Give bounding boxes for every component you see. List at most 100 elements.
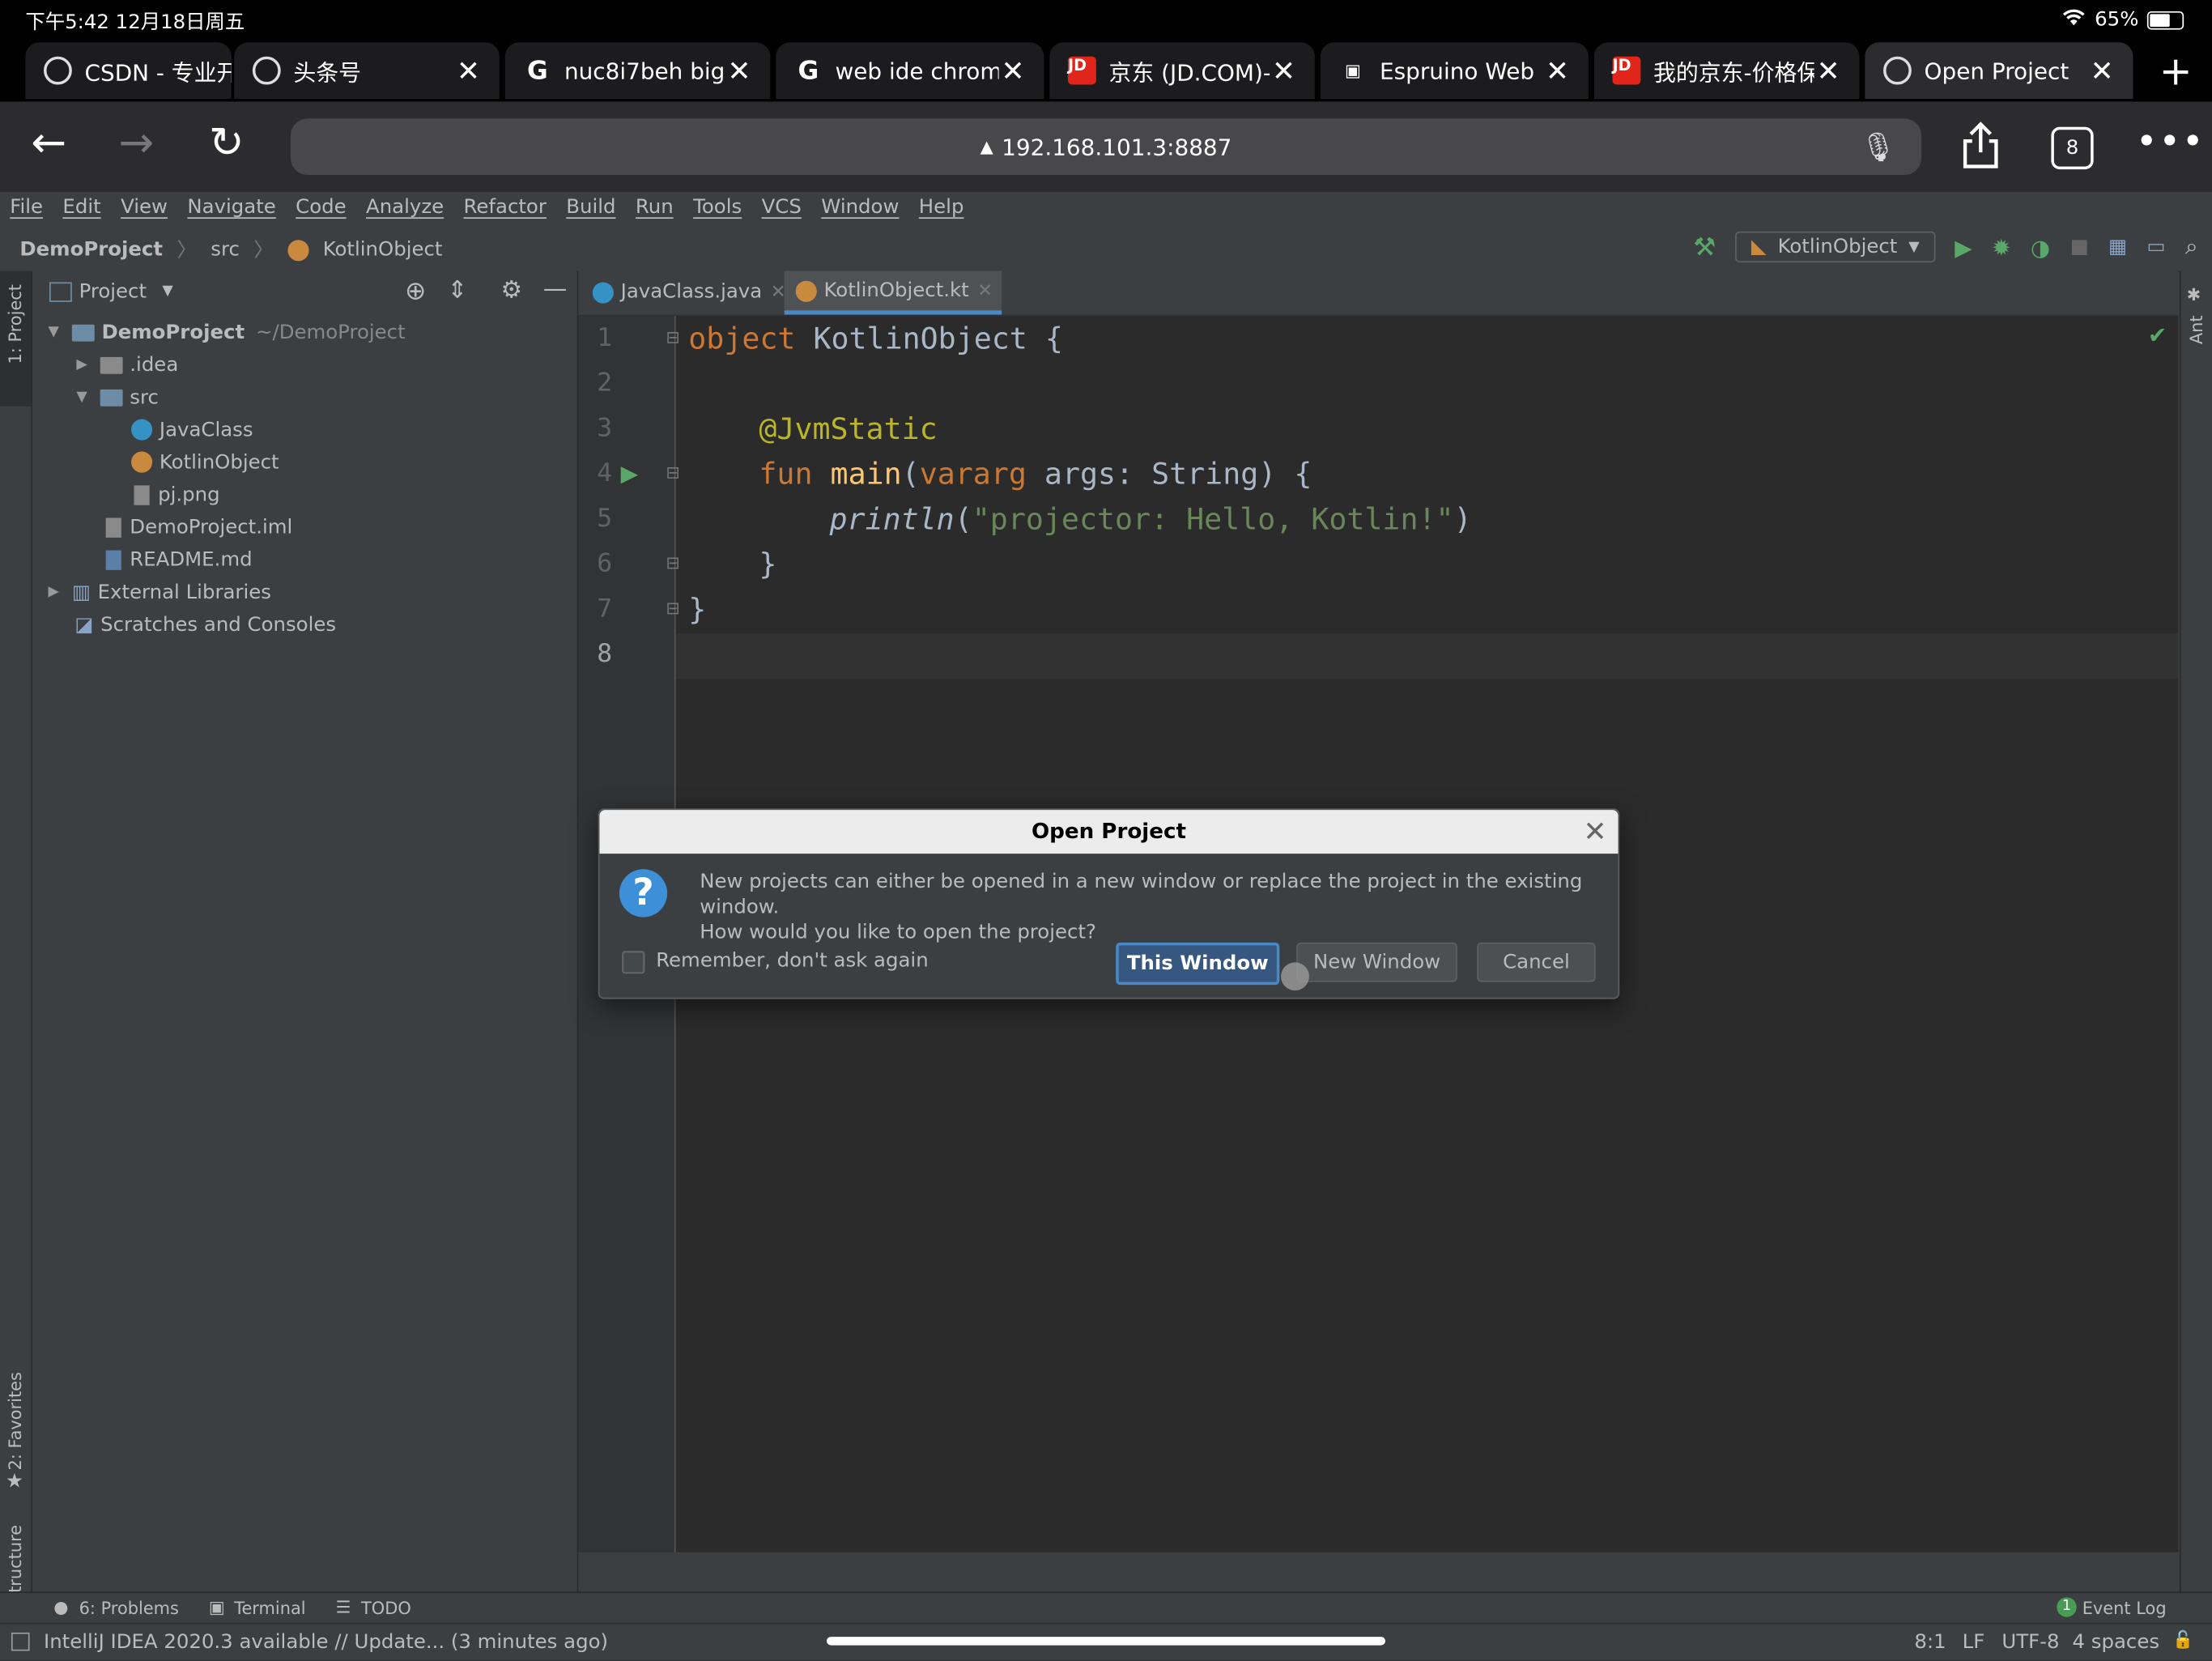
browser-tab[interactable]: JD 我的京东-价格保 ✕: [1593, 42, 1860, 99]
stop-icon[interactable]: ■: [2070, 236, 2089, 258]
browser-tab[interactable]: 头条号 ✕: [234, 42, 500, 99]
close-icon[interactable]: ✕: [1583, 810, 1606, 854]
todo-tool-button[interactable]: TODO: [361, 1599, 411, 1618]
menu-view[interactable]: View: [111, 192, 177, 226]
run-gutter-icon[interactable]: ▶: [621, 460, 638, 487]
tree-item-scratches[interactable]: ◪ Scratches and Consoles: [32, 608, 577, 641]
tree-item-pj-png[interactable]: pj.png: [32, 479, 577, 511]
chevron-down-icon[interactable]: ▼: [44, 325, 63, 340]
menu-navigate[interactable]: Navigate: [177, 192, 286, 226]
breadcrumb-src[interactable]: src: [211, 238, 240, 261]
project-view-select[interactable]: Project: [79, 281, 147, 304]
microphone-icon[interactable]: 🎙: [1860, 130, 1895, 164]
favorites-tool-button[interactable]: 2: Favorites: [6, 1372, 25, 1470]
line-separator[interactable]: LF: [1963, 1631, 1985, 1654]
fold-icon[interactable]: ⊟: [666, 553, 680, 573]
close-icon[interactable]: ✕: [1814, 53, 1843, 87]
browser-tab[interactable]: JD 京东 (JD.COM)- ✕: [1049, 42, 1315, 99]
browser-tab[interactable]: CSDN - 专业开: [25, 42, 232, 99]
menu-analyze[interactable]: Analyze: [356, 192, 454, 226]
browser-tab[interactable]: ▣ Espruino Web I ✕: [1320, 42, 1589, 99]
terminal-window-icon[interactable]: ▭: [2146, 236, 2165, 258]
tree-item-javaclass[interactable]: JavaClass: [32, 414, 577, 446]
browser-tab[interactable]: G web ide chrome ✕: [776, 42, 1044, 99]
new-tab-icon[interactable]: +: [2159, 48, 2193, 94]
tree-item-iml[interactable]: DemoProject.iml: [32, 511, 577, 543]
toggle-tool-windows-icon[interactable]: [11, 1632, 30, 1651]
minimize-icon[interactable]: —: [543, 275, 568, 304]
editor-tab-javaclass[interactable]: JavaClass.java ✕: [592, 271, 794, 313]
locate-icon[interactable]: ⊕: [405, 277, 426, 307]
new-window-button[interactable]: New Window: [1296, 942, 1457, 982]
close-icon[interactable]: ✕: [977, 280, 993, 301]
reload-icon[interactable]: ↻: [209, 118, 245, 168]
menu-window[interactable]: Window: [811, 192, 909, 226]
tree-item-idea[interactable]: ▶ .idea: [32, 348, 577, 381]
tree-item-kotlinobject[interactable]: KotlinObject: [32, 446, 577, 479]
menu-refactor[interactable]: Refactor: [453, 192, 556, 226]
fold-icon[interactable]: ⊟: [666, 327, 680, 347]
close-icon[interactable]: ✕: [454, 53, 483, 87]
breadcrumb-project[interactable]: DemoProject: [19, 238, 163, 261]
run-configuration-select[interactable]: ◣ KotlinObject ▼: [1735, 231, 1935, 263]
dialog-title: Open Project: [599, 810, 1619, 854]
address-bar[interactable]: ▲ 192.168.101.3:8887 🎙: [290, 118, 1922, 176]
cancel-button[interactable]: Cancel: [1477, 942, 1596, 982]
run-icon[interactable]: ▶: [1955, 233, 1972, 260]
share-icon[interactable]: [1961, 121, 2001, 175]
menu-file[interactable]: File: [0, 192, 53, 226]
browser-tab-active[interactable]: Open Project ✕: [1865, 42, 2133, 99]
back-icon[interactable]: ←: [31, 118, 66, 168]
remember-checkbox[interactable]: [622, 951, 645, 974]
close-icon[interactable]: ✕: [2088, 53, 2116, 87]
project-tool-button[interactable]: 1: Project: [6, 284, 25, 364]
caret-position[interactable]: 8:1: [1914, 1631, 1946, 1654]
terminal-tool-button[interactable]: Terminal: [234, 1599, 305, 1618]
tab-count-button[interactable]: 8: [2051, 126, 2094, 170]
ant-tool-button[interactable]: Ant: [2187, 315, 2206, 344]
chevron-right-icon[interactable]: ▶: [44, 584, 63, 599]
more-icon[interactable]: •••: [2136, 121, 2205, 164]
close-icon[interactable]: ✕: [1543, 53, 1572, 87]
breadcrumb-file[interactable]: KotlinObject: [323, 238, 443, 261]
search-icon[interactable]: ⌕: [2185, 232, 2198, 261]
file-encoding[interactable]: UTF-8: [2001, 1631, 2059, 1654]
gear-icon[interactable]: ⚙: [501, 277, 523, 305]
tree-item-src[interactable]: ▼ src: [32, 381, 577, 413]
project-structure-icon[interactable]: ▦: [2108, 236, 2127, 258]
chevron-right-icon[interactable]: ▶: [72, 357, 91, 373]
collapse-all-icon[interactable]: ⇕: [447, 277, 467, 305]
menu-vcs[interactable]: VCS: [751, 192, 811, 226]
this-window-button[interactable]: This Window: [1116, 942, 1280, 986]
debug-icon[interactable]: ✹: [1992, 233, 2010, 260]
tab-title: 我的京东-价格保: [1653, 59, 1814, 87]
menu-code[interactable]: Code: [286, 192, 356, 226]
menu-tools[interactable]: Tools: [683, 192, 752, 226]
home-indicator[interactable]: [827, 1637, 1385, 1646]
close-icon[interactable]: ✕: [725, 53, 754, 87]
tree-item-readme[interactable]: README.md: [32, 543, 577, 576]
remember-checkbox-label[interactable]: Remember, don't ask again: [656, 950, 928, 973]
indent-setting[interactable]: 4 spaces: [2073, 1631, 2160, 1654]
forward-icon[interactable]: →: [118, 118, 154, 168]
editor-tab-kotlinobject[interactable]: KotlinObject.kt ✕: [784, 270, 1002, 315]
browser-tab[interactable]: G nuc8i7beh big ✕: [504, 42, 771, 99]
menu-build[interactable]: Build: [556, 192, 626, 226]
menu-help[interactable]: Help: [909, 192, 974, 226]
close-icon[interactable]: ✕: [999, 53, 1027, 87]
chevron-down-icon[interactable]: ▼: [162, 283, 172, 299]
menu-edit[interactable]: Edit: [53, 192, 111, 226]
fold-icon[interactable]: ⊟: [666, 462, 680, 482]
close-icon[interactable]: ✕: [1270, 53, 1298, 87]
lock-icon[interactable]: 🔓: [2172, 1629, 2193, 1649]
menu-run[interactable]: Run: [626, 192, 683, 226]
build-hammer-icon[interactable]: ⚒: [1693, 232, 1716, 262]
status-message[interactable]: IntelliJ IDEA 2020.3 available // Update…: [44, 1631, 608, 1654]
problems-tool-button[interactable]: 6: Problems: [79, 1599, 179, 1618]
event-log-tool-button[interactable]: Event Log: [2082, 1599, 2167, 1618]
coverage-icon[interactable]: ◑: [2031, 233, 2050, 260]
chevron-down-icon[interactable]: ▼: [72, 390, 91, 405]
tree-item-demoproject[interactable]: ▼ DemoProject ~/DemoProject: [32, 316, 577, 348]
fold-icon[interactable]: ⊟: [666, 598, 680, 618]
tree-item-external-libraries[interactable]: ▶ ▥ External Libraries: [32, 576, 577, 608]
